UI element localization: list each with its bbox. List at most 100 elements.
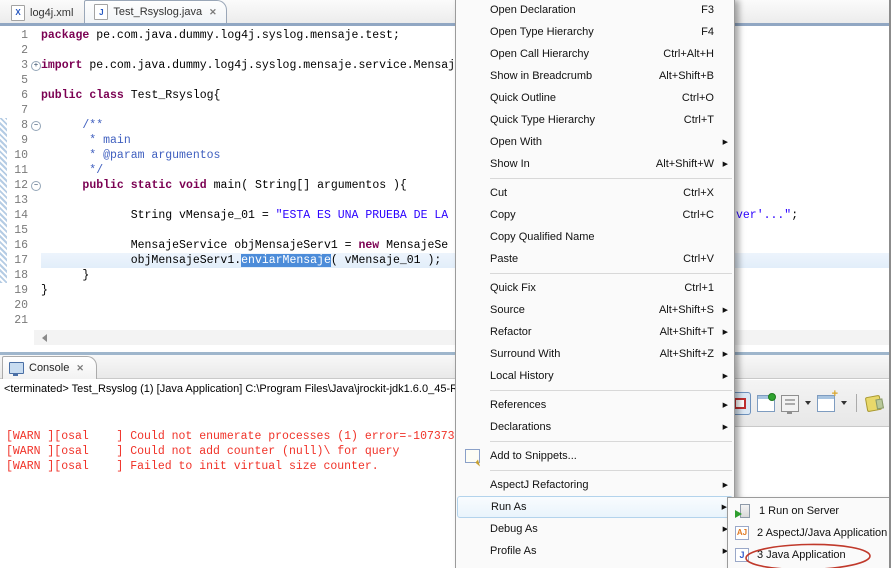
console-extra-icon[interactable] — [864, 394, 883, 412]
menu-item-label: Refactor — [490, 326, 532, 338]
menu-item-show-in[interactable]: Show In Alt+Shift+W ▶ — [456, 153, 734, 175]
menu-item-profile-as[interactable]: Profile As ▶ — [456, 540, 734, 562]
menu-item-shortcut: Alt+Shift+W — [655, 158, 714, 170]
fold-column — [30, 313, 41, 328]
dropdown-arrow-icon[interactable] — [805, 401, 811, 405]
code-line[interactable]: 21 — [0, 313, 891, 328]
code-line[interactable]: 6 public class Test_Rsyslog{ — [0, 88, 891, 103]
menu-item-surround-with[interactable]: Surround With Alt+Shift+Z ▶ — [456, 343, 734, 365]
fold-minus-icon[interactable]: − — [31, 181, 41, 191]
submenu-item-1-run-on-server[interactable]: 1 Run on Server — [728, 500, 891, 522]
code-line[interactable]: 1 package pe.com.java.dummy.log4j.syslog.… — [0, 28, 891, 43]
fold-column — [30, 148, 41, 163]
menu-item-quick-fix[interactable]: Quick Fix Ctrl+1 — [456, 277, 734, 299]
scrollbar-left-arrow-icon[interactable] — [42, 334, 47, 342]
close-console-icon[interactable]: ✕ — [76, 363, 84, 374]
menu-item-show-in-breadcrumb[interactable]: Show in Breadcrumb Alt+Shift+B — [456, 65, 734, 87]
console-icon — [9, 362, 24, 376]
code-line[interactable]: 2 — [0, 43, 891, 58]
code-line[interactable]: 5 — [0, 73, 891, 88]
code-line[interactable]: 12− public static void main( String[] ar… — [0, 178, 891, 193]
menu-item-open-with[interactable]: Open With ▶ — [456, 131, 734, 153]
code-line[interactable]: 13 — [0, 193, 891, 208]
menu-item-shortcut: Alt+Shift+S — [658, 304, 714, 316]
eclipse-window: Xlog4j.xml J Test_Rsyslog.java ✕ 1 package p… — [0, 0, 891, 568]
console-tab[interactable]: Console ✕ — [2, 356, 97, 379]
code-line[interactable]: 11 */ — [0, 163, 891, 178]
menu-item-quick-type-hierarchy[interactable]: Quick Type Hierarchy Ctrl+T — [456, 109, 734, 131]
editor-tab-log4j-xml[interactable]: Xlog4j.xml — [2, 2, 82, 23]
editor-tab-test-rsyslog-java[interactable]: J Test_Rsyslog.java ✕ — [84, 0, 227, 23]
tab-label: Test_Rsyslog.java — [113, 6, 203, 18]
console-output[interactable]: [WARN ][osal ] Could not enumerate proce… — [6, 429, 461, 474]
code-line[interactable]: 9 * main — [0, 133, 891, 148]
fold-column — [30, 208, 41, 223]
code-line[interactable]: 19} — [0, 283, 891, 298]
fold-column: − — [30, 178, 41, 193]
menu-item-label: Cut — [490, 187, 508, 199]
menu-item-shortcut: Ctrl+O — [681, 92, 714, 104]
code-line[interactable]: 18 } — [0, 268, 891, 283]
menu-item-label: Local History — [490, 370, 554, 382]
code-line[interactable]: 14 String vMensaje_01 = "ESTA ES UNA PRU… — [0, 208, 891, 223]
menu-item-references[interactable]: References ▶ — [456, 394, 734, 416]
submenu-arrow-icon: ▶ — [722, 482, 728, 489]
menu-item-label: Quick Fix — [490, 282, 536, 294]
java-file-icon: J — [94, 4, 109, 20]
menu-item-copy[interactable]: Copy Ctrl+C — [456, 204, 734, 226]
menu-item-label: Open Type Hierarchy — [490, 26, 594, 38]
menu-item-label: Show In — [490, 158, 530, 170]
line-number: 6 — [21, 89, 28, 102]
fold-minus-icon[interactable]: − — [31, 121, 41, 131]
code-line[interactable]: 10 * @param argumentos — [0, 148, 891, 163]
menu-item-label: Debug As — [490, 523, 538, 535]
display-selected-console-icon[interactable] — [781, 394, 799, 414]
menu-item-label: Add to Snippets... — [490, 450, 577, 462]
menu-item-shortcut: Ctrl+X — [683, 187, 714, 199]
console-tab-label: Console — [29, 362, 70, 374]
console-line: [WARN ][osal ] Could not add counter (nu… — [6, 445, 400, 458]
menu-item-declarations[interactable]: Declarations ▶ — [456, 416, 734, 438]
code-line[interactable]: 16 MensajeService objMensajeServ1 = new … — [0, 238, 891, 253]
submenu-arrow-icon: ▶ — [722, 139, 728, 146]
menu-item-open-type-hierarchy[interactable]: Open Type Hierarchy F4 — [456, 21, 734, 43]
menu-separator — [490, 470, 732, 471]
menu-item-open-declaration[interactable]: Open Declaration F3 — [456, 0, 734, 21]
menu-item-label: Declarations — [490, 421, 552, 433]
code-line[interactable]: 8− /** — [0, 118, 891, 133]
menu-item-shortcut: Ctrl+T — [683, 114, 714, 126]
fold-plus-icon[interactable]: + — [31, 61, 41, 71]
code-line[interactable]: 15 — [0, 223, 891, 238]
menu-item-run-as[interactable]: Run As ▶ — [457, 496, 733, 518]
menu-item-refactor[interactable]: Refactor Alt+Shift+T ▶ — [456, 321, 734, 343]
menu-item-debug-as[interactable]: Debug As ▶ — [456, 518, 734, 540]
close-tab-icon[interactable]: ✕ — [209, 7, 217, 18]
console-line: [WARN ][osal ] Failed to init virtual si… — [6, 460, 379, 473]
fold-column — [30, 193, 41, 208]
fold-column — [30, 103, 41, 118]
pin-console-icon[interactable] — [757, 392, 776, 412]
menu-item-quick-outline[interactable]: Quick Outline Ctrl+O — [456, 87, 734, 109]
code-line[interactable]: 7 — [0, 103, 891, 118]
code-line[interactable]: 3 + import pe.com.java.dummy.log4j.syslog.… — [0, 58, 891, 73]
submenu-arrow-icon: ▶ — [722, 329, 728, 336]
menu-item-cut[interactable]: Cut Ctrl+X — [456, 182, 734, 204]
menu-item-open-call-hierarchy[interactable]: Open Call Hierarchy Ctrl+Alt+H — [456, 43, 734, 65]
menu-item-paste[interactable]: Paste Ctrl+V — [456, 248, 734, 270]
menu-item-source[interactable]: Source Alt+Shift+S ▶ — [456, 299, 734, 321]
menu-item-local-history[interactable]: Local History ▶ — [456, 365, 734, 387]
menu-separator — [490, 390, 732, 391]
menu-item-aspectj-refactoring[interactable]: AspectJ Refactoring ▶ — [456, 474, 734, 496]
menu-item-shortcut: Alt+Shift+T — [659, 326, 714, 338]
menu-item-add-to-snippets[interactable]: Add to Snippets... — [456, 445, 734, 467]
fold-column — [30, 133, 41, 148]
open-console-icon[interactable] — [817, 388, 838, 412]
dropdown-arrow-icon[interactable] — [841, 401, 847, 405]
code-line[interactable]: 17 objMensajeServ1.enviarMensaje( vMensa… — [0, 253, 891, 268]
submenu-arrow-icon: ▶ — [722, 161, 728, 168]
menu-item-copy-qualified-name[interactable]: Copy Qualified Name — [456, 226, 734, 248]
code-line[interactable]: 20 — [0, 298, 891, 313]
code-area[interactable]: 1 package pe.com.java.dummy.log4j.syslog.… — [0, 26, 891, 328]
submenu-arrow-icon: ▶ — [722, 307, 728, 314]
fold-column — [30, 88, 41, 103]
